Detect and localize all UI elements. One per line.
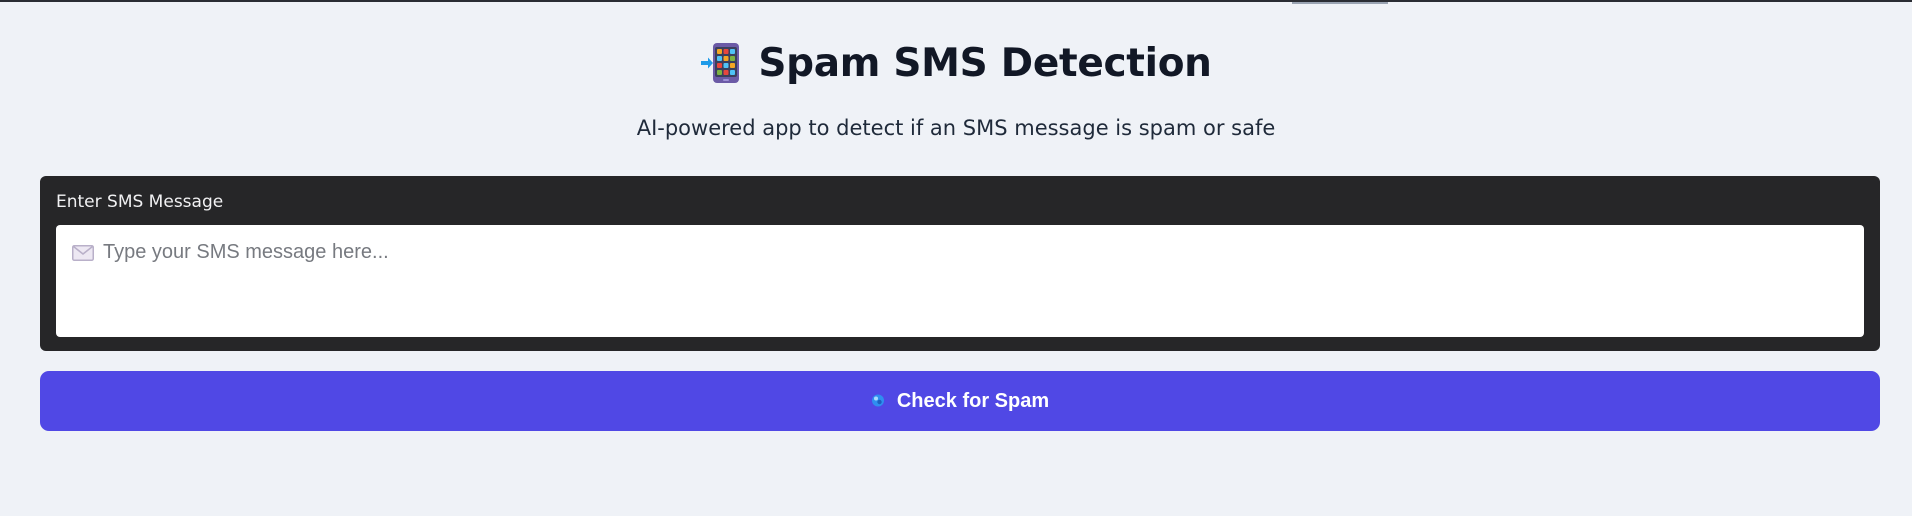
page-subtitle: AI-powered app to detect if an SMS messa… (636, 116, 1276, 140)
crystal-ball-icon (871, 394, 885, 408)
envelope-icon (72, 245, 94, 261)
sms-message-input[interactable] (56, 225, 1864, 337)
check-for-spam-label: Check for Spam (896, 389, 1050, 412)
message-input-card: Enter SMS Message (40, 176, 1880, 351)
top-border (0, 0, 1912, 2)
check-for-spam-button[interactable]: Check for Spam (40, 371, 1880, 431)
page-header: Spam SMS Detection AI-powered app to det… (0, 34, 1912, 141)
mobile-phone-arrow-icon (700, 41, 744, 85)
title-row: Spam SMS Detection (0, 34, 1912, 92)
sms-message-box (56, 225, 1864, 337)
page-title: Spam SMS Detection (758, 40, 1212, 86)
top-border-accent (1292, 2, 1388, 4)
sms-message-label: Enter SMS Message (56, 192, 224, 212)
